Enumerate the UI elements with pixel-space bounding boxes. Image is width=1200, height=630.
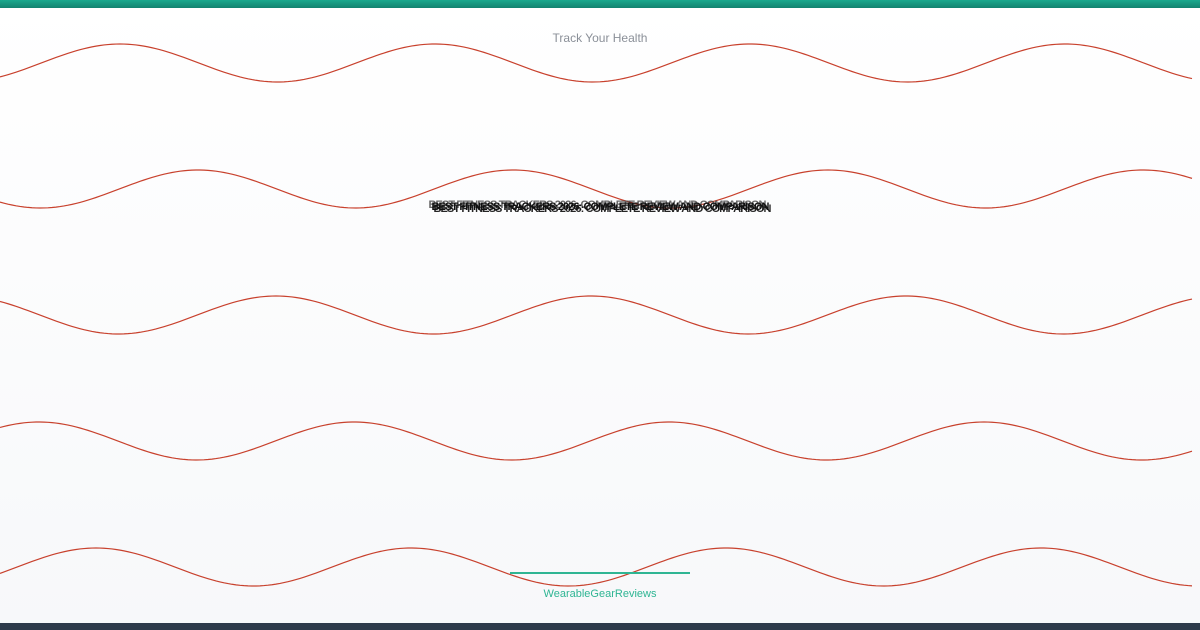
social-card: Track Your Health BEST FITNESS TRACKERS …: [0, 0, 1200, 630]
wave-line: [0, 547, 1193, 587]
wave-pattern: [0, 43, 1193, 587]
tagline: Track Your Health: [552, 31, 648, 45]
footer-bar: [0, 623, 1200, 630]
wave-line: [0, 421, 1193, 461]
page-title-group: BEST FITNESS TRACKERS 2026: COMPLETE REV…: [0, 199, 1200, 221]
wave-line: [0, 295, 1193, 335]
wave-line: [0, 43, 1193, 83]
brand-divider: [510, 572, 690, 574]
page-title: BEST FITNESS TRACKERS 2026: COMPLETE REV…: [431, 201, 769, 213]
brand-name: WearableGearReviews: [543, 588, 657, 600]
